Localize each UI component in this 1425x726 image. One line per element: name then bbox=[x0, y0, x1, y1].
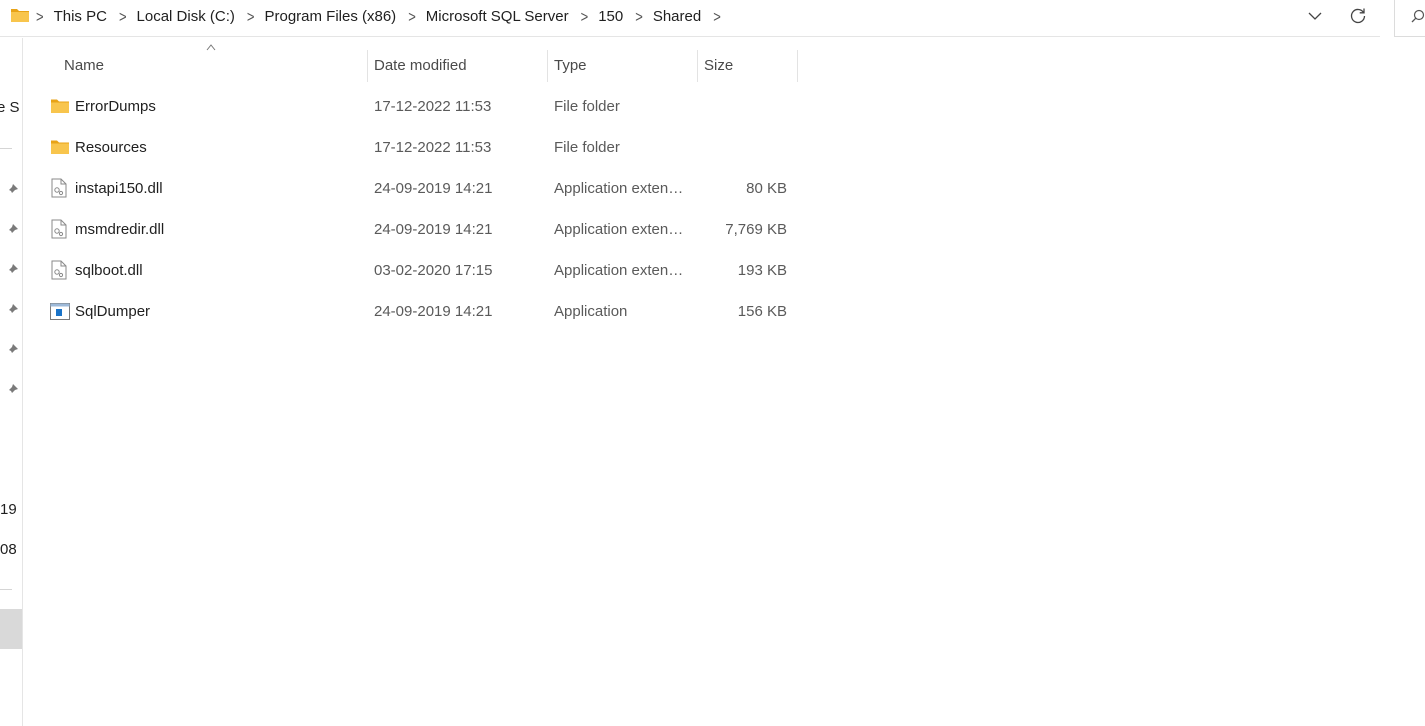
file-size: 193 KB bbox=[737, 262, 787, 279]
file-row[interactable]: ErrorDumps 17-12-2022 11:53 File folder bbox=[42, 87, 802, 127]
chevron-right-icon[interactable]: > bbox=[119, 7, 127, 25]
column-date-modified[interactable]: Date modified bbox=[367, 48, 548, 82]
breadcrumb-shared[interactable]: Shared bbox=[653, 8, 701, 25]
file-date: 03-02-2020 17:15 bbox=[374, 262, 493, 279]
folder-icon bbox=[51, 99, 69, 113]
file-type: File folder bbox=[554, 98, 620, 115]
column-date-label: Date modified bbox=[374, 56, 467, 74]
column-name[interactable]: Name bbox=[24, 48, 368, 82]
file-row[interactable]: instapi150.dll 24-09-2019 14:21 Applicat… bbox=[42, 169, 802, 209]
folder-icon bbox=[11, 9, 29, 22]
file-row[interactable]: Resources 17-12-2022 11:53 File folder bbox=[42, 128, 802, 168]
pin-icon[interactable] bbox=[5, 303, 19, 317]
column-type-label: Type bbox=[554, 56, 587, 74]
dll-file-icon bbox=[51, 219, 67, 239]
file-row[interactable]: sqlboot.dll 03-02-2020 17:15 Application… bbox=[42, 251, 802, 291]
application-icon bbox=[50, 303, 70, 320]
search-icon bbox=[1411, 9, 1425, 23]
breadcrumb-local-disk[interactable]: Local Disk (C:) bbox=[137, 8, 235, 25]
pin-icon[interactable] bbox=[5, 223, 19, 237]
nav-divider bbox=[0, 148, 12, 149]
file-type: Application extension bbox=[554, 262, 689, 279]
breadcrumb-sql-server[interactable]: Microsoft SQL Server bbox=[426, 8, 569, 25]
file-size: 7,769 KB bbox=[725, 221, 787, 238]
breadcrumb-this-pc[interactable]: This PC bbox=[54, 8, 107, 25]
refresh-icon bbox=[1350, 8, 1366, 24]
nav-divider bbox=[0, 589, 12, 590]
nav-item-label[interactable]: 08 bbox=[0, 541, 17, 558]
file-date: 24-09-2019 14:21 bbox=[374, 180, 493, 197]
chevron-right-icon[interactable]: > bbox=[635, 7, 643, 25]
chevron-down-icon bbox=[1308, 12, 1322, 20]
file-size bbox=[702, 87, 787, 127]
column-header: Name Date modified Type Size bbox=[24, 42, 804, 88]
chevron-right-icon[interactable]: > bbox=[247, 7, 255, 25]
nav-item-selected[interactable] bbox=[0, 609, 22, 649]
pin-icon[interactable] bbox=[5, 183, 19, 197]
address-history-button[interactable] bbox=[1303, 4, 1327, 28]
folder-icon bbox=[51, 140, 69, 154]
search-box[interactable] bbox=[1394, 0, 1425, 37]
breadcrumb-150[interactable]: 150 bbox=[598, 8, 623, 25]
dll-file-icon bbox=[51, 178, 67, 198]
column-size-label: Size bbox=[704, 56, 734, 74]
breadcrumb-program-files[interactable]: Program Files (x86) bbox=[264, 8, 396, 25]
file-type: File folder bbox=[554, 139, 620, 156]
file-size: 80 KB bbox=[746, 180, 787, 197]
dll-file-icon bbox=[51, 260, 67, 280]
chevron-right-icon[interactable]: > bbox=[713, 7, 721, 25]
refresh-button[interactable] bbox=[1346, 4, 1370, 28]
address-bar[interactable]: > This PC > Local Disk (C:) > Program Fi… bbox=[0, 0, 1380, 37]
file-size bbox=[702, 128, 787, 168]
column-type[interactable]: Type bbox=[547, 48, 698, 82]
file-date: 17-12-2022 11:53 bbox=[374, 139, 492, 156]
nav-item-label[interactable]: 19 bbox=[0, 501, 17, 518]
column-size[interactable]: Size bbox=[697, 48, 798, 82]
breadcrumb: > This PC > Local Disk (C:) > Program Fi… bbox=[36, 0, 731, 32]
chevron-right-icon[interactable]: > bbox=[408, 7, 416, 25]
chevron-right-icon[interactable]: > bbox=[36, 7, 44, 25]
file-row[interactable]: msmdredir.dll 24-09-2019 14:21 Applicati… bbox=[42, 210, 802, 250]
file-name: msmdredir.dll bbox=[75, 221, 165, 238]
file-date: 17-12-2022 11:53 bbox=[374, 98, 492, 115]
pin-icon[interactable] bbox=[5, 263, 19, 277]
file-row[interactable]: SqlDumper 24-09-2019 14:21 Application 1… bbox=[42, 292, 802, 332]
navigation-pane[interactable]: re S 19 08 bbox=[0, 38, 23, 726]
file-size: 156 KB bbox=[737, 303, 787, 320]
pin-icon[interactable] bbox=[5, 343, 19, 357]
file-date: 24-09-2019 14:21 bbox=[374, 303, 493, 320]
nav-item-label[interactable]: re S bbox=[0, 99, 20, 116]
file-type: Application bbox=[554, 303, 628, 320]
file-type: Application extension bbox=[554, 221, 689, 238]
file-name: instapi150.dll bbox=[75, 180, 163, 197]
file-name: SqlDumper bbox=[75, 303, 151, 320]
column-name-label: Name bbox=[64, 56, 105, 74]
file-name: ErrorDumps bbox=[75, 98, 156, 115]
file-type: Application extension bbox=[554, 180, 689, 197]
file-name: Resources bbox=[75, 139, 147, 156]
file-date: 24-09-2019 14:21 bbox=[374, 221, 493, 238]
pin-icon[interactable] bbox=[5, 383, 19, 397]
chevron-right-icon[interactable]: > bbox=[581, 7, 589, 25]
file-name: sqlboot.dll bbox=[75, 262, 143, 279]
